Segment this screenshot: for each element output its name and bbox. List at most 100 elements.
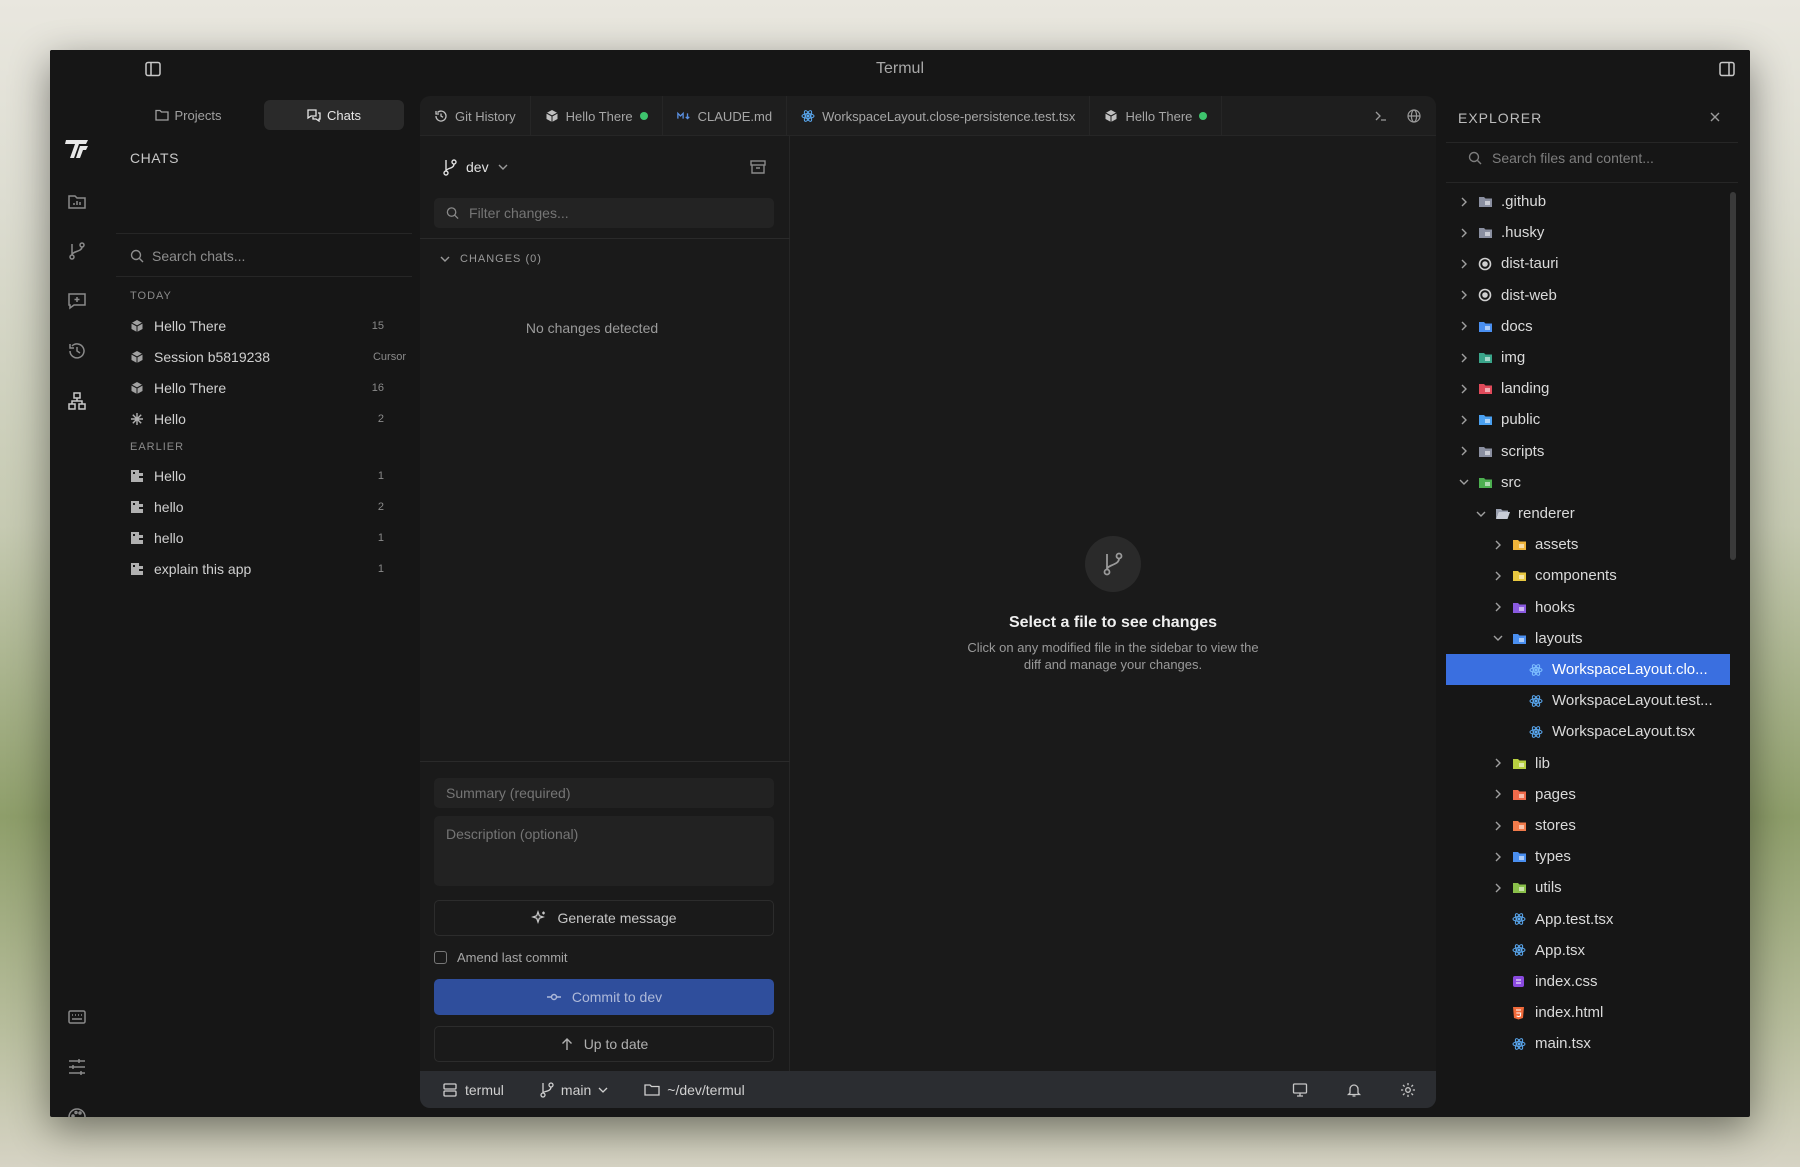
chevron-right-icon[interactable] xyxy=(1492,601,1504,613)
collapse-icon[interactable] xyxy=(1708,110,1722,124)
chevron-right-icon[interactable] xyxy=(1492,851,1504,863)
tree-folder[interactable]: layouts xyxy=(1446,623,1730,654)
explorer-scrollbar[interactable] xyxy=(1730,192,1736,560)
tree-folder[interactable]: lib xyxy=(1446,748,1730,779)
tree-folder[interactable]: img xyxy=(1446,342,1730,373)
chat-item[interactable]: explain this app 1 xyxy=(130,557,406,581)
chevron-right-icon[interactable] xyxy=(1458,352,1470,364)
commit-description-field[interactable] xyxy=(446,826,762,876)
chevron-right-icon[interactable] xyxy=(1492,882,1504,894)
new-chat-rail-icon[interactable] xyxy=(64,288,90,314)
tab-hello-there-2[interactable]: Hello There xyxy=(1090,96,1223,136)
tree-folder[interactable]: public xyxy=(1446,404,1730,435)
filter-changes-input[interactable] xyxy=(434,198,774,228)
commit-description-input[interactable] xyxy=(434,816,774,886)
filter-changes-field[interactable] xyxy=(469,205,774,221)
tree-folder[interactable]: docs xyxy=(1446,311,1730,342)
tab-claude-md[interactable]: CLAUDE.md xyxy=(663,96,788,136)
branch-selector[interactable]: dev xyxy=(442,158,509,176)
tree-folder[interactable]: landing xyxy=(1446,373,1730,404)
chat-item[interactable]: Hello 2 xyxy=(130,407,406,431)
chat-item[interactable]: Hello There 15 xyxy=(130,314,406,338)
chevron-right-icon[interactable] xyxy=(1458,227,1470,239)
tree-folder[interactable]: utils xyxy=(1446,872,1730,903)
up-to-date-button[interactable]: Up to date xyxy=(434,1026,774,1062)
projects-rail-icon[interactable] xyxy=(64,188,90,214)
chat-item[interactable]: hello 2 xyxy=(130,495,406,519)
chevron-down-icon[interactable] xyxy=(1475,508,1487,520)
history-rail-icon[interactable] xyxy=(64,338,90,364)
commit-summary-input[interactable] xyxy=(434,778,774,808)
tree-folder[interactable]: src xyxy=(1446,467,1730,498)
tab-hello-there[interactable]: Hello There xyxy=(531,96,663,136)
search-chats[interactable]: Search chats... xyxy=(130,243,410,269)
palette-rail-icon[interactable] xyxy=(64,1104,90,1117)
chevron-right-icon[interactable] xyxy=(1458,445,1470,457)
tree-folder[interactable]: types xyxy=(1446,841,1730,872)
commit-button[interactable]: Commit to dev xyxy=(434,979,774,1015)
tree-folder[interactable]: stores xyxy=(1446,810,1730,841)
tab-projects[interactable]: Projects xyxy=(118,100,258,130)
tree-file[interactable]: main.tsx xyxy=(1446,1028,1730,1059)
tree-file[interactable]: WorkspaceLayout.test... xyxy=(1446,685,1730,716)
activity-rail xyxy=(50,88,116,1117)
tab-git-history[interactable]: Git History xyxy=(420,96,531,136)
monitor-icon[interactable] xyxy=(1292,1082,1308,1098)
chevron-down-icon[interactable] xyxy=(1458,476,1470,488)
sliders-rail-icon[interactable] xyxy=(64,1054,90,1080)
chevron-right-icon[interactable] xyxy=(1458,258,1470,270)
toggle-explorer-icon[interactable] xyxy=(1718,60,1736,78)
chevron-right-icon[interactable] xyxy=(1458,414,1470,426)
tree-file[interactable]: index.css xyxy=(1446,966,1730,997)
chat-item[interactable]: Session b5819238 Cursor xyxy=(130,345,406,369)
git-rail-icon[interactable] xyxy=(64,238,90,264)
tree-folder[interactable]: renderer xyxy=(1446,498,1730,529)
chevron-right-icon[interactable] xyxy=(1458,320,1470,332)
generate-message-button[interactable]: Generate message xyxy=(434,900,774,936)
terminal-icon[interactable] xyxy=(1374,109,1388,123)
bell-icon[interactable] xyxy=(1346,1082,1362,1098)
amend-last-commit[interactable]: Amend last commit xyxy=(434,950,568,965)
status-path[interactable]: ~/dev/termul xyxy=(644,1082,745,1098)
tree-folder[interactable]: pages xyxy=(1446,779,1730,810)
amend-checkbox[interactable] xyxy=(434,951,447,964)
chevron-down-icon[interactable] xyxy=(1492,632,1504,644)
chevron-right-icon[interactable] xyxy=(1458,383,1470,395)
keyboard-rail-icon[interactable] xyxy=(64,1004,90,1030)
tree-file[interactable]: WorkspaceLayout.tsx xyxy=(1446,716,1730,747)
commit-summary-field[interactable] xyxy=(446,785,774,801)
tree-file[interactable]: index.html xyxy=(1446,997,1730,1028)
globe-icon[interactable] xyxy=(1406,108,1422,124)
status-workspace[interactable]: termul xyxy=(442,1082,504,1098)
chat-item[interactable]: Hello There 16 xyxy=(130,376,406,400)
gear-icon[interactable] xyxy=(1400,1082,1416,1098)
chevron-right-icon[interactable] xyxy=(1492,820,1504,832)
tree-folder[interactable]: assets xyxy=(1446,529,1730,560)
network-rail-icon[interactable] xyxy=(64,388,90,414)
chevron-right-icon[interactable] xyxy=(1492,570,1504,582)
changes-section-header[interactable]: CHANGES (0) xyxy=(440,253,542,265)
chat-item[interactable]: Hello 1 xyxy=(130,464,406,488)
tree-folder[interactable]: .github xyxy=(1446,186,1730,217)
chevron-right-icon[interactable] xyxy=(1492,539,1504,551)
tree-folder[interactable]: components xyxy=(1446,560,1730,591)
chat-item[interactable]: hello 1 xyxy=(130,526,406,550)
tab-chats[interactable]: Chats xyxy=(264,100,404,130)
tree-folder[interactable]: hooks xyxy=(1446,592,1730,623)
tree-file[interactable]: dist-web xyxy=(1446,280,1730,311)
tree-folder[interactable]: scripts xyxy=(1446,436,1730,467)
search-files[interactable]: Search files and content... xyxy=(1468,150,1654,166)
tree-file[interactable]: App.tsx xyxy=(1446,935,1730,966)
tree-file[interactable]: dist-tauri xyxy=(1446,248,1730,279)
tree-file[interactable]: App.test.tsx xyxy=(1446,904,1730,935)
chevron-right-icon[interactable] xyxy=(1492,757,1504,769)
tree-folder[interactable]: .husky xyxy=(1446,217,1730,248)
chevron-right-icon[interactable] xyxy=(1458,196,1470,208)
chevron-right-icon[interactable] xyxy=(1458,289,1470,301)
tree-file[interactable]: WorkspaceLayout.clo... xyxy=(1446,654,1730,685)
status-branch[interactable]: main xyxy=(540,1082,608,1098)
tab-workspacelayout-test[interactable]: WorkspaceLayout.close-persistence.test.t… xyxy=(787,96,1091,136)
folder-icon xyxy=(1478,319,1493,333)
archive-icon[interactable] xyxy=(749,158,767,176)
chevron-right-icon[interactable] xyxy=(1492,788,1504,800)
